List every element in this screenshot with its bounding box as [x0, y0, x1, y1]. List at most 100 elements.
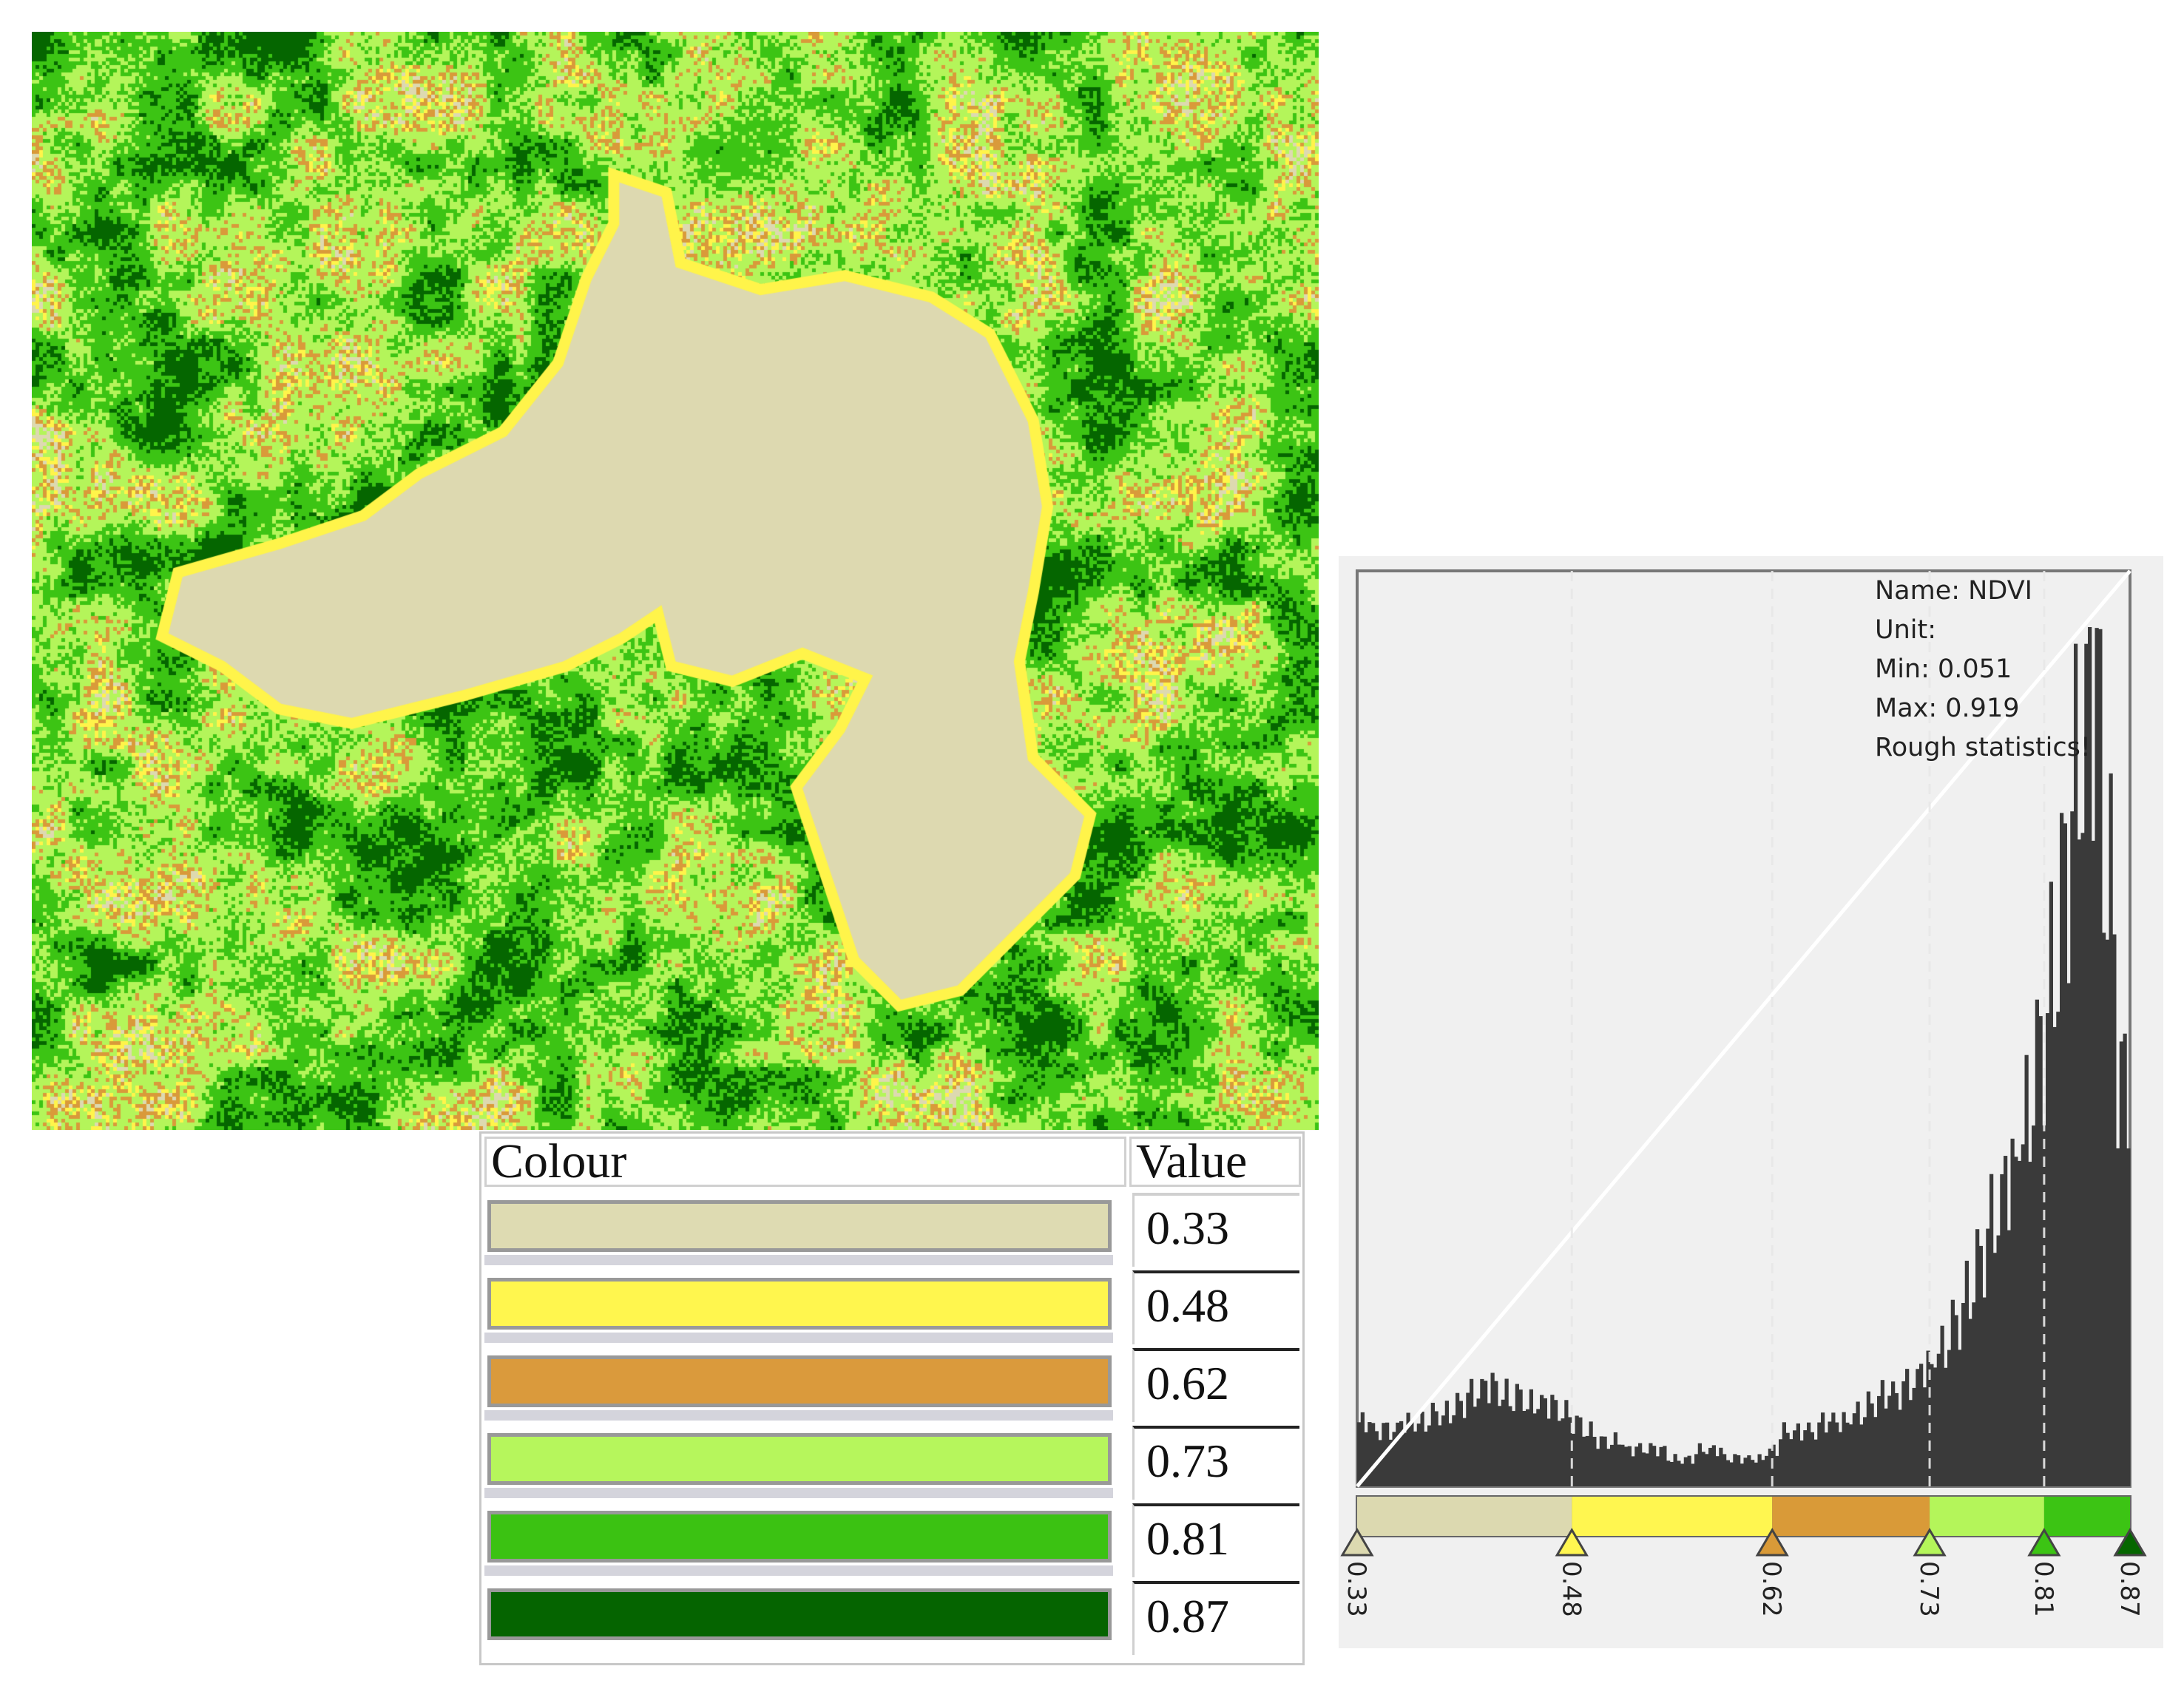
- histogram-bar: [1793, 1430, 1797, 1486]
- histogram-bar: [2074, 643, 2078, 1486]
- histogram-bar: [1719, 1447, 1723, 1486]
- histogram-bar: [1554, 1400, 1558, 1486]
- histogram-bar: [1898, 1409, 1902, 1486]
- color-stop-label: 0.48: [1556, 1561, 1586, 1617]
- histogram-bar: [1859, 1424, 1864, 1486]
- histogram-bar: [1396, 1422, 1400, 1486]
- stats-min: Min: 0.051: [1875, 654, 2012, 684]
- histogram-bar: [1708, 1447, 1713, 1486]
- histogram-bar: [1729, 1462, 1734, 1486]
- histogram-bar: [2024, 1054, 2029, 1486]
- ndvi-classified-map: [32, 32, 1319, 1130]
- histogram-bar: [2077, 839, 2081, 1486]
- histogram-bar: [1677, 1460, 1681, 1486]
- histogram-bar: [1631, 1456, 1635, 1486]
- histogram-bar: [1518, 1389, 1523, 1486]
- histogram-bar: [1434, 1411, 1438, 1486]
- histogram-bar: [1490, 1372, 1495, 1486]
- histogram-bar: [1624, 1446, 1629, 1486]
- color-stop-label: 0.87: [2114, 1561, 2144, 1617]
- histogram-bar: [1536, 1409, 1541, 1486]
- histogram-bar: [2080, 833, 2085, 1486]
- histogram-bar: [1606, 1449, 1611, 1486]
- histogram-bar: [1374, 1431, 1379, 1486]
- color-stop-label: 0.81: [2029, 1561, 2058, 1617]
- histogram-bar: [1504, 1378, 1509, 1486]
- histogram-bar: [2105, 939, 2109, 1486]
- histogram-bar: [1599, 1436, 1603, 1486]
- histogram-bar: [1413, 1431, 1418, 1486]
- histogram-bar: [1905, 1369, 1910, 1486]
- histogram-bar: [1694, 1454, 1699, 1486]
- histogram-bar: [2126, 1148, 2131, 1486]
- legend-colour-swatch: [487, 1278, 1112, 1330]
- color-ramp-segment: [1357, 1497, 1572, 1536]
- stats-unit: Unit:: [1875, 615, 1936, 645]
- histogram-bar: [1887, 1395, 1892, 1486]
- histogram-bar: [1828, 1421, 1832, 1486]
- histogram-bar: [2084, 643, 2089, 1486]
- legend-separator: [484, 1488, 1113, 1498]
- histogram-bar: [1452, 1415, 1456, 1486]
- histogram-bar: [2112, 934, 2117, 1486]
- histogram-bar: [1561, 1418, 1565, 1486]
- histogram-bar: [2060, 813, 2064, 1486]
- histogram-bar: [1402, 1432, 1407, 1486]
- legend-value: 0.62: [1132, 1348, 1299, 1422]
- histogram-bar: [1480, 1378, 1484, 1486]
- histogram-bar: [1838, 1432, 1842, 1486]
- legend-row: 0.62: [481, 1348, 1302, 1422]
- histogram-bar: [1697, 1443, 1702, 1486]
- histogram-bar: [1458, 1401, 1463, 1486]
- histogram-bar: [1817, 1422, 1822, 1486]
- histogram-bar: [1796, 1423, 1800, 1486]
- color-ramp-segment: [1930, 1497, 2044, 1536]
- histogram-bar: [1582, 1436, 1586, 1486]
- legend-row: 0.81: [481, 1503, 1302, 1577]
- histogram-bar: [1989, 1174, 1994, 1486]
- histogram-bar: [1958, 1350, 1962, 1486]
- histogram-bar: [1765, 1455, 1769, 1486]
- histogram-bar: [1824, 1432, 1828, 1486]
- histogram-bar: [2046, 1013, 2050, 1486]
- histogram-bar: [1852, 1413, 1856, 1486]
- histogram-bar: [1456, 1392, 1460, 1486]
- legend-row: 0.33: [481, 1193, 1302, 1267]
- histogram-bar: [1444, 1401, 1449, 1486]
- histogram-bar: [1866, 1391, 1870, 1486]
- histogram-bar: [1870, 1403, 1874, 1486]
- histogram-bar: [1610, 1444, 1615, 1486]
- histogram-bar: [1680, 1463, 1685, 1486]
- histogram-bar: [1845, 1422, 1850, 1486]
- histogram-bar: [1578, 1417, 1583, 1486]
- stats-max: Max: 0.919: [1875, 694, 2019, 723]
- histogram-bar: [2028, 1162, 2032, 1486]
- stats-warning: Rough statistics!: [1875, 733, 2091, 762]
- histogram-bar: [1863, 1417, 1867, 1486]
- histogram-bar: [1546, 1418, 1551, 1486]
- histogram-bar: [1954, 1315, 1958, 1486]
- histogram-bar: [1526, 1409, 1530, 1486]
- histogram-bar: [1947, 1350, 1952, 1486]
- legend-colour-swatch: [487, 1588, 1112, 1640]
- histogram-bar: [2038, 1016, 2043, 1486]
- histogram-bar: [1508, 1406, 1512, 1486]
- stats-name: Name: NDVI: [1875, 576, 2032, 606]
- histogram-bar: [1617, 1444, 1621, 1486]
- histogram-bar: [1669, 1461, 1674, 1486]
- histogram-bar: [2032, 1125, 2036, 1486]
- histogram-bar: [1659, 1446, 1663, 1486]
- color-ramp-segment: [2043, 1497, 2130, 1536]
- legend-separator: [484, 1255, 1113, 1265]
- histogram-bar: [1529, 1389, 1533, 1486]
- histogram-bar: [1986, 1228, 1990, 1486]
- histogram-bar: [1663, 1446, 1667, 1486]
- histogram-bar: [1476, 1398, 1481, 1486]
- histogram-bar: [1725, 1460, 1730, 1486]
- histogram-bar: [1638, 1443, 1643, 1486]
- histogram-bar: [1884, 1408, 1888, 1486]
- histogram-bar: [1484, 1381, 1488, 1486]
- histogram-bar: [1585, 1435, 1589, 1486]
- histogram-bar: [1733, 1454, 1737, 1486]
- histogram-bar: [1462, 1418, 1467, 1486]
